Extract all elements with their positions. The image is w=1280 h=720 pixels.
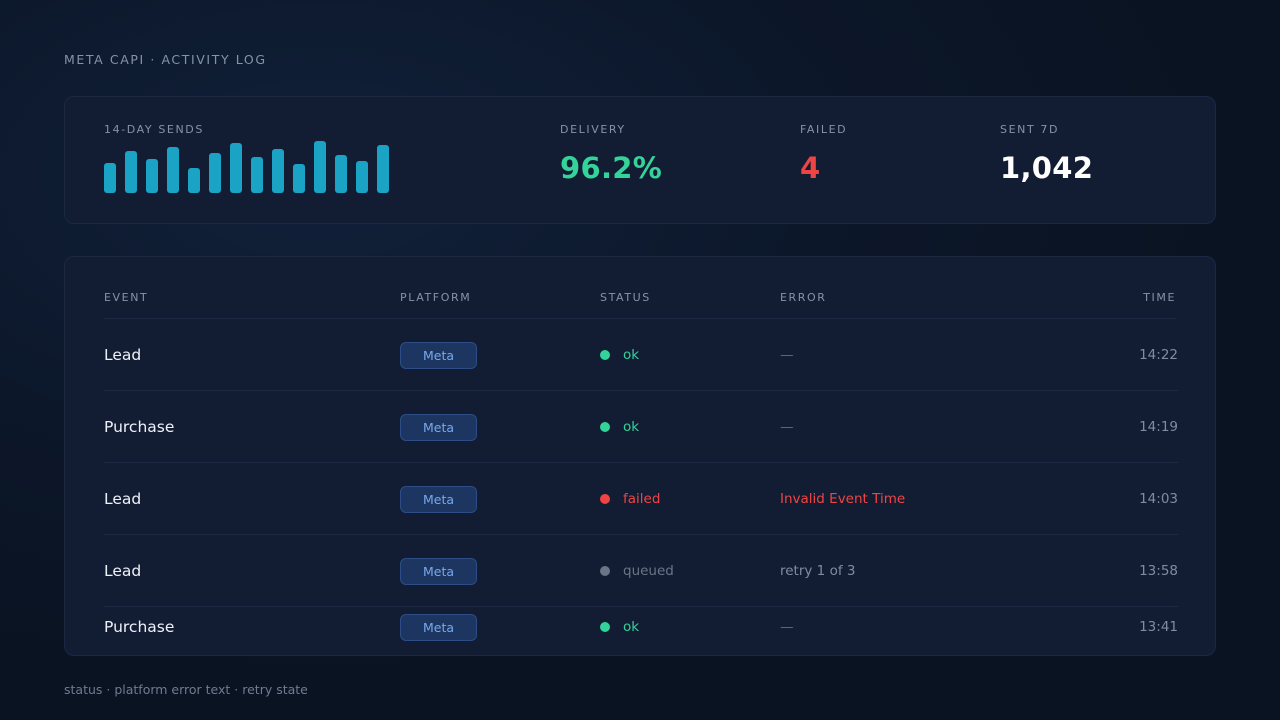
delivery-label: DELIVERY (560, 123, 626, 136)
stats-card: 14-DAY SENDS DELIVERY 96.2% FAILED 4 SEN… (64, 96, 1216, 224)
sparkline-bar (104, 163, 116, 193)
platform-badge: Meta (400, 413, 477, 441)
table-row[interactable]: Lead Meta ok — 14:22 (65, 319, 1215, 391)
failed-value: 4 (800, 151, 821, 185)
header-time: TIME (1143, 291, 1176, 304)
event-name: Lead (104, 346, 142, 364)
sparkline-bar (293, 164, 305, 193)
error-text: — (780, 619, 794, 635)
status-text: queued (623, 563, 674, 579)
status-text: failed (623, 491, 661, 507)
event-name: Lead (104, 490, 142, 508)
platform-cell: Meta (400, 391, 477, 463)
status-text: ok (623, 419, 640, 435)
status-cell: ok (600, 319, 639, 391)
sparkline-bar (188, 168, 200, 193)
sparkline-bar (335, 155, 347, 193)
status-cell: queued (600, 535, 674, 607)
error-text: — (780, 347, 794, 363)
platform-badge: Meta (400, 341, 477, 369)
platform-cell: Meta (400, 319, 477, 391)
event-time: 13:41 (1139, 619, 1178, 635)
error-text: retry 1 of 3 (780, 563, 856, 579)
event-name: Lead (104, 562, 142, 580)
status-cell: failed (600, 463, 660, 535)
status-dot-icon (600, 566, 610, 576)
event-time: 14:03 (1139, 491, 1178, 507)
header-status: STATUS (600, 291, 651, 304)
event-time: 14:19 (1139, 419, 1178, 435)
sparkline-bar (314, 141, 326, 193)
table-row[interactable]: Purchase Meta ok — 14:19 (65, 391, 1215, 463)
status-dot-icon (600, 494, 610, 504)
sends-sparkline (104, 139, 404, 193)
footer-caption: status · platform error text · retry sta… (64, 682, 308, 697)
platform-badge: Meta (400, 613, 477, 641)
table-row[interactable]: Lead Meta failed Invalid Event Time 14:03 (65, 463, 1215, 535)
status-text: ok (623, 619, 640, 635)
platform-cell: Meta (400, 535, 477, 607)
delivery-value: 96.2% (560, 151, 663, 185)
event-time: 13:58 (1139, 563, 1178, 579)
error-text: — (780, 419, 794, 435)
platform-cell: Meta (400, 607, 477, 647)
platform-badge: Meta (400, 557, 477, 585)
event-time: 14:22 (1139, 347, 1178, 363)
status-cell: ok (600, 391, 639, 463)
table-row[interactable]: Purchase Meta ok — 13:41 (65, 607, 1215, 647)
event-name: Purchase (104, 418, 175, 436)
failed-label: FAILED (800, 123, 848, 136)
sparkline-bar (167, 147, 179, 193)
header-error: ERROR (780, 291, 827, 304)
sparkline-bar (209, 153, 221, 193)
sent-value: 1,042 (1000, 151, 1094, 185)
sent-label: SENT 7D (1000, 123, 1060, 136)
header-event: EVENT (104, 291, 149, 304)
sparkline-bar (125, 151, 137, 193)
event-name: Purchase (104, 618, 175, 636)
sends-label: 14-DAY SENDS (104, 123, 204, 136)
activity-table: EVENT PLATFORM STATUS ERROR TIME Lead Met… (64, 256, 1216, 656)
page-title: META CAPI · ACTIVITY LOG (64, 52, 267, 67)
platform-cell: Meta (400, 463, 477, 535)
sparkline-bar (146, 159, 158, 193)
sparkline-bar (251, 157, 263, 193)
status-text: ok (623, 347, 640, 363)
status-dot-icon (600, 422, 610, 432)
status-dot-icon (600, 622, 610, 632)
status-dot-icon (600, 350, 610, 360)
table-row[interactable]: Lead Meta queued retry 1 of 3 13:58 (65, 535, 1215, 607)
error-text: Invalid Event Time (780, 491, 906, 507)
sparkline-bar (356, 161, 368, 193)
platform-badge: Meta (400, 485, 477, 513)
sparkline-bar (230, 143, 242, 193)
sparkline-bar (272, 149, 284, 193)
sparkline-bar (377, 145, 389, 193)
header-platform: PLATFORM (400, 291, 472, 304)
status-cell: ok (600, 607, 639, 647)
